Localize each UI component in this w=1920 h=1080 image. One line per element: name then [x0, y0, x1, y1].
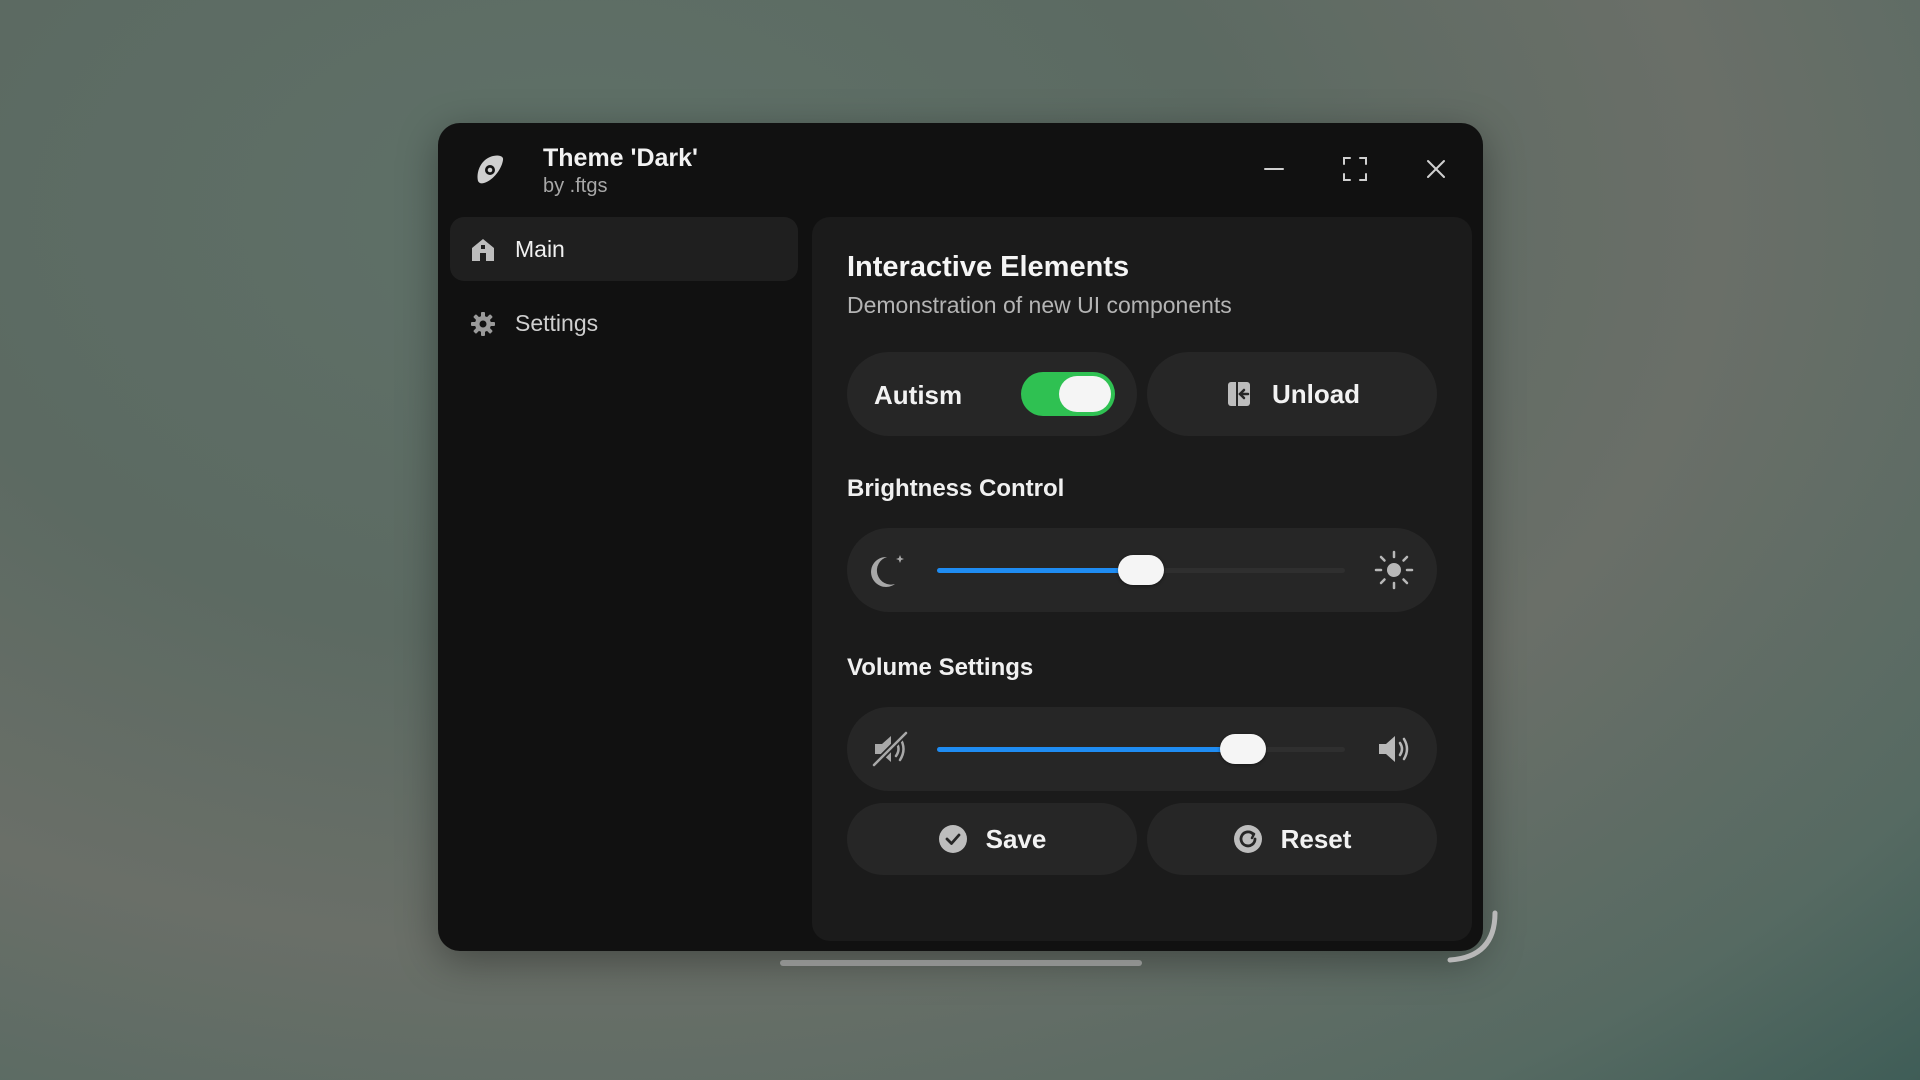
sun-icon [1374, 550, 1414, 590]
mute-icon [871, 730, 909, 768]
sidebar-item-label: Settings [515, 309, 599, 336]
reset-button-label: Reset [1280, 823, 1352, 854]
minimize-button[interactable] [1254, 149, 1294, 189]
volume-slider-card [847, 707, 1437, 791]
volume-slider[interactable] [937, 734, 1345, 764]
minimize-icon [1264, 168, 1284, 170]
app-window: Theme 'Dark' by .ftgs Main Settings Inte… [438, 123, 1483, 951]
check-circle-icon [938, 825, 967, 853]
sidebar: Main Settings [450, 217, 798, 365]
brightness-slider[interactable] [937, 555, 1345, 585]
sidebar-item-main[interactable]: Main [450, 217, 798, 281]
resize-handle-icon[interactable] [1440, 905, 1502, 967]
volume-fill [937, 747, 1243, 752]
toggle-label: Autism [874, 380, 963, 410]
speaker-icon [1379, 736, 1409, 762]
main-panel: Interactive Elements Demonstration of ne… [812, 217, 1472, 941]
reset-icon [1233, 825, 1262, 853]
section-description: Demonstration of new UI components [847, 292, 1232, 318]
close-icon [1427, 160, 1445, 178]
volume-heading: Volume Settings [847, 654, 1034, 681]
brightness-fill [937, 568, 1141, 573]
reset-button[interactable]: Reset [1147, 803, 1437, 875]
sidebar-item-settings[interactable]: Settings [450, 291, 798, 355]
sidebar-item-label: Main [515, 235, 565, 262]
brightness-slider-card [847, 528, 1437, 612]
save-button[interactable]: Save [847, 803, 1137, 875]
brightness-thumb[interactable] [1118, 555, 1164, 585]
unload-icon [1227, 382, 1250, 406]
save-button-label: Save [985, 823, 1047, 854]
toggle-knob [1059, 376, 1111, 412]
unload-button-label: Unload [1271, 378, 1361, 409]
window-title: Theme 'Dark' [543, 144, 699, 172]
brightness-heading: Brightness Control [847, 475, 1065, 502]
home-icon [472, 239, 494, 261]
autism-toggle[interactable] [1021, 372, 1115, 416]
unload-button[interactable]: Unload [1147, 352, 1437, 436]
app-logo-icon [477, 155, 504, 184]
maximize-button[interactable] [1335, 149, 1375, 189]
title-bar[interactable]: Theme 'Dark' by .ftgs [438, 123, 1483, 213]
close-button[interactable] [1416, 149, 1456, 189]
window-subtitle: by .ftgs [543, 175, 608, 197]
section-title: Interactive Elements [847, 251, 1130, 283]
volume-thumb[interactable] [1220, 734, 1266, 764]
moon-icon [871, 555, 904, 587]
gear-icon [471, 312, 495, 336]
maximize-icon [1343, 157, 1367, 181]
drag-bar[interactable] [780, 960, 1142, 966]
toggle-card: Autism [847, 352, 1137, 436]
